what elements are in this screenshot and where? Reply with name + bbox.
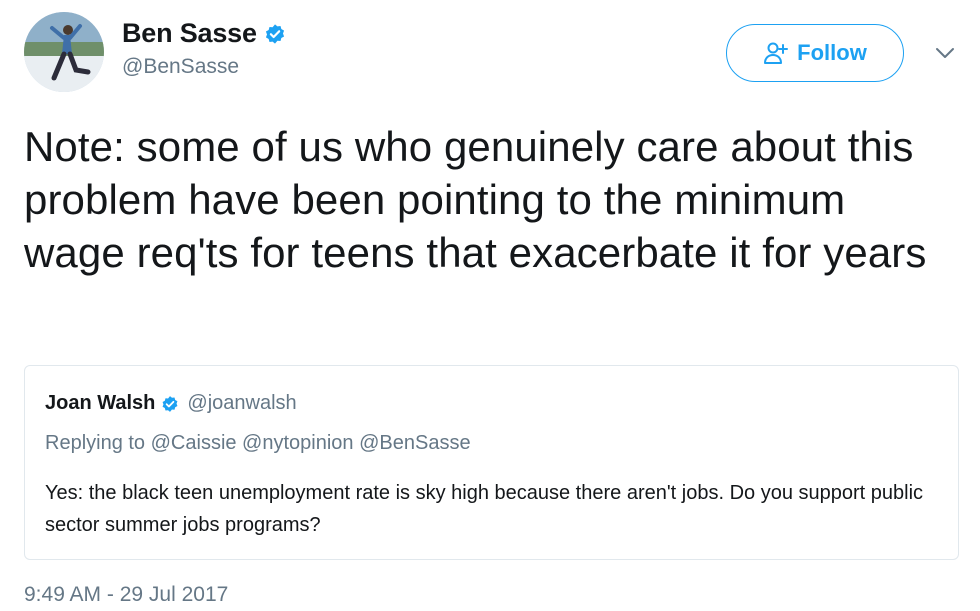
avatar[interactable]: [24, 12, 104, 92]
tweet-text: Note: some of us who genuinely care abou…: [24, 123, 927, 276]
author-name-row: Ben Sasse: [122, 18, 286, 49]
author-block: Ben Sasse @BenSasse: [122, 18, 286, 79]
verified-badge-icon: [162, 395, 178, 412]
avatar-image: [24, 12, 104, 92]
quoted-author-handle[interactable]: @joanwalsh: [187, 392, 296, 415]
follow-label: Follow: [797, 40, 867, 65]
chevron-down-icon[interactable]: [934, 42, 956, 64]
verified-badge-icon: [265, 23, 284, 44]
add-person-icon: [764, 42, 789, 64]
replying-to-label: Replying to: [45, 432, 146, 454]
author-handle[interactable]: @BenSasse: [122, 55, 286, 79]
replying-to-mentions[interactable]: @Caissie @nytopinion @BenSasse: [151, 432, 471, 454]
quoted-tweet[interactable]: Joan Walsh @joanwalsh Replying to @Caiss…: [24, 365, 959, 560]
quoted-tweet-text: Yes: the black teen unemployment rate is…: [45, 482, 924, 536]
quoted-author-name[interactable]: Joan Walsh: [45, 392, 155, 415]
tweet-header: Ben Sasse @BenSasse Follow: [24, 12, 980, 94]
follow-button[interactable]: Follow: [726, 24, 904, 82]
replying-to-line: Replying to @Caissie @nytopinion @BenSas…: [45, 432, 471, 455]
author-name[interactable]: Ben Sasse: [122, 18, 257, 49]
tweet-timestamp[interactable]: 9:49 AM - 29 Jul 2017: [24, 583, 228, 607]
quoted-tweet-header: Joan Walsh @joanwalsh: [45, 392, 297, 415]
